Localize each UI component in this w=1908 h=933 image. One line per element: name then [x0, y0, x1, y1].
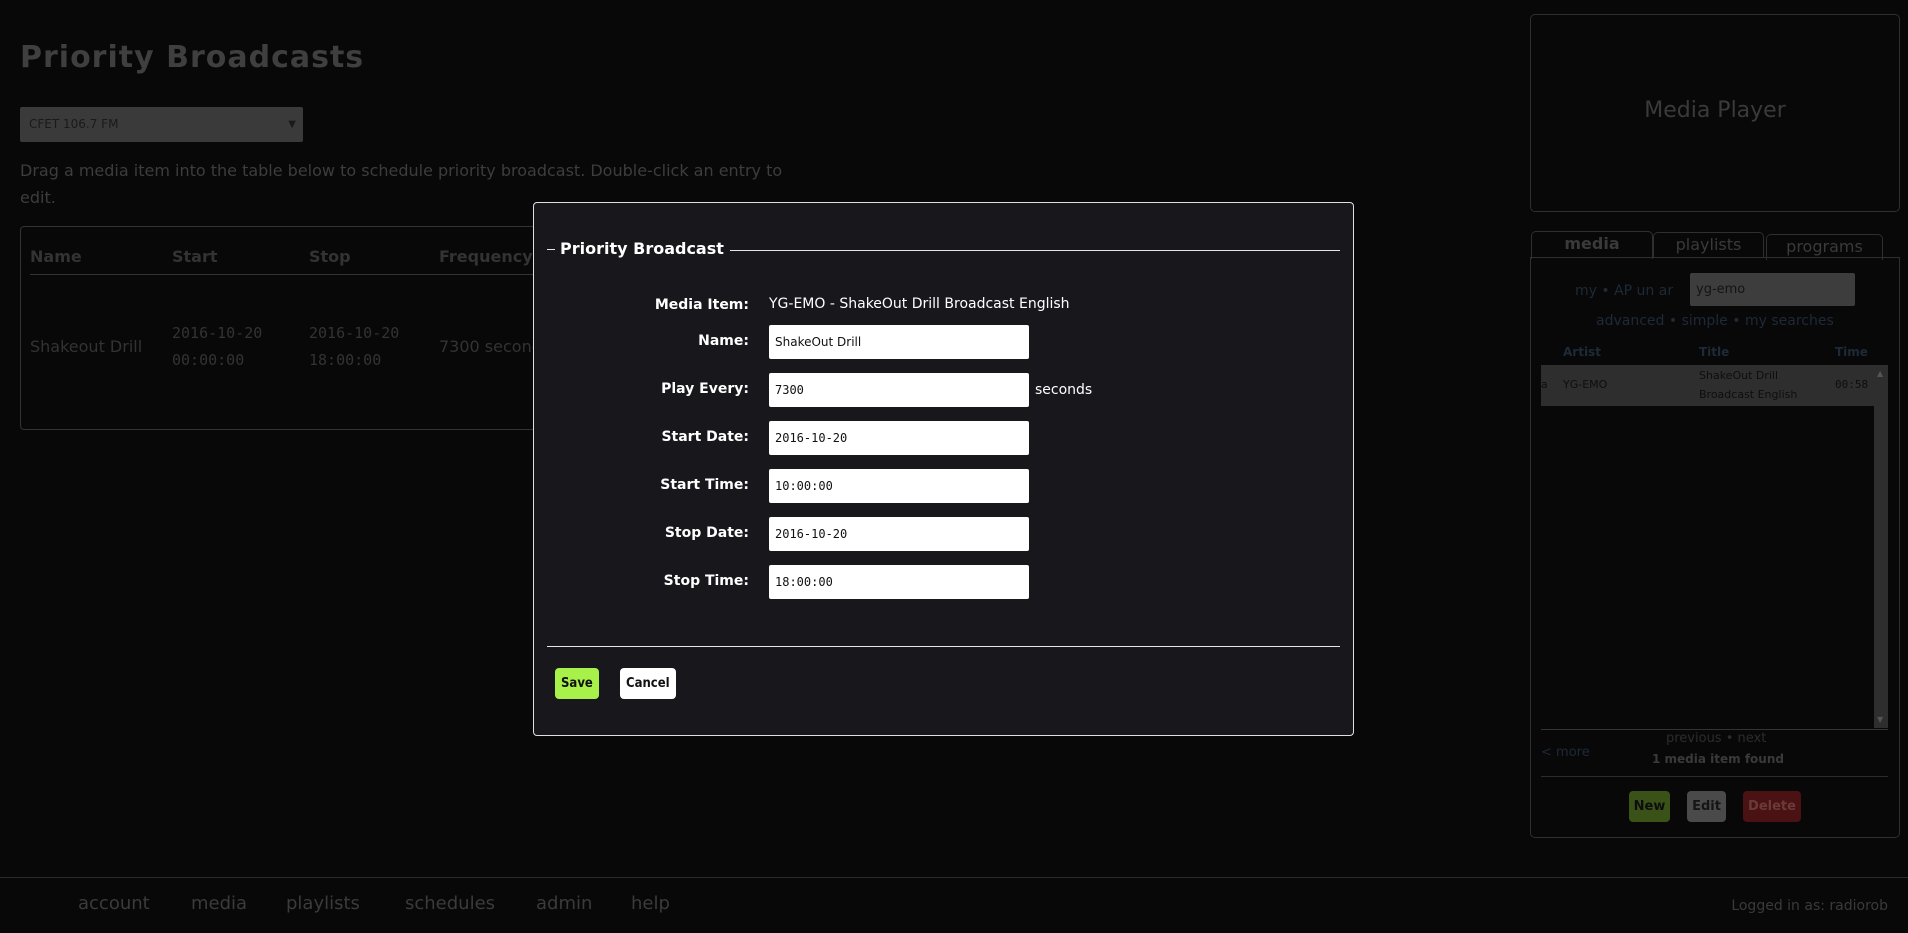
- play-every-label: Play Every:: [661, 381, 749, 397]
- play-every-field[interactable]: [769, 373, 1029, 407]
- stop-time-label: Stop Time:: [663, 573, 749, 589]
- start-date-label: Start Date:: [661, 429, 749, 445]
- start-date-field[interactable]: [769, 421, 1029, 455]
- save-button[interactable]: Save: [555, 668, 599, 699]
- start-time-row: Start Time:: [534, 469, 1353, 503]
- stop-time-row: Stop Time:: [534, 565, 1353, 599]
- name-field[interactable]: [769, 325, 1029, 359]
- priority-broadcast-dialog: Priority Broadcast Media Item: YG-EMO - …: [533, 202, 1354, 736]
- name-row: Name:: [534, 325, 1353, 359]
- stop-date-field[interactable]: [769, 517, 1029, 551]
- play-every-unit: seconds: [1035, 382, 1093, 398]
- stop-time-field[interactable]: [769, 565, 1029, 599]
- start-date-row: Start Date:: [534, 421, 1353, 455]
- start-time-field[interactable]: [769, 469, 1029, 503]
- dialog-footer-divider: [547, 646, 1340, 647]
- media-item-row: Media Item: YG-EMO - ShakeOut Drill Broa…: [534, 289, 1353, 323]
- dialog-legend: Priority Broadcast: [547, 239, 730, 258]
- stop-date-row: Stop Date:: [534, 517, 1353, 551]
- cancel-button[interactable]: Cancel: [620, 668, 676, 699]
- start-time-label: Start Time:: [660, 477, 749, 493]
- media-item-label: Media Item:: [654, 297, 749, 313]
- name-label: Name:: [698, 333, 749, 349]
- dialog-title: Priority Broadcast: [560, 239, 724, 258]
- play-every-row: Play Every: seconds: [534, 373, 1353, 407]
- media-item-value: YG-EMO - ShakeOut Drill Broadcast Englis…: [769, 296, 1070, 312]
- stop-date-label: Stop Date:: [664, 525, 749, 541]
